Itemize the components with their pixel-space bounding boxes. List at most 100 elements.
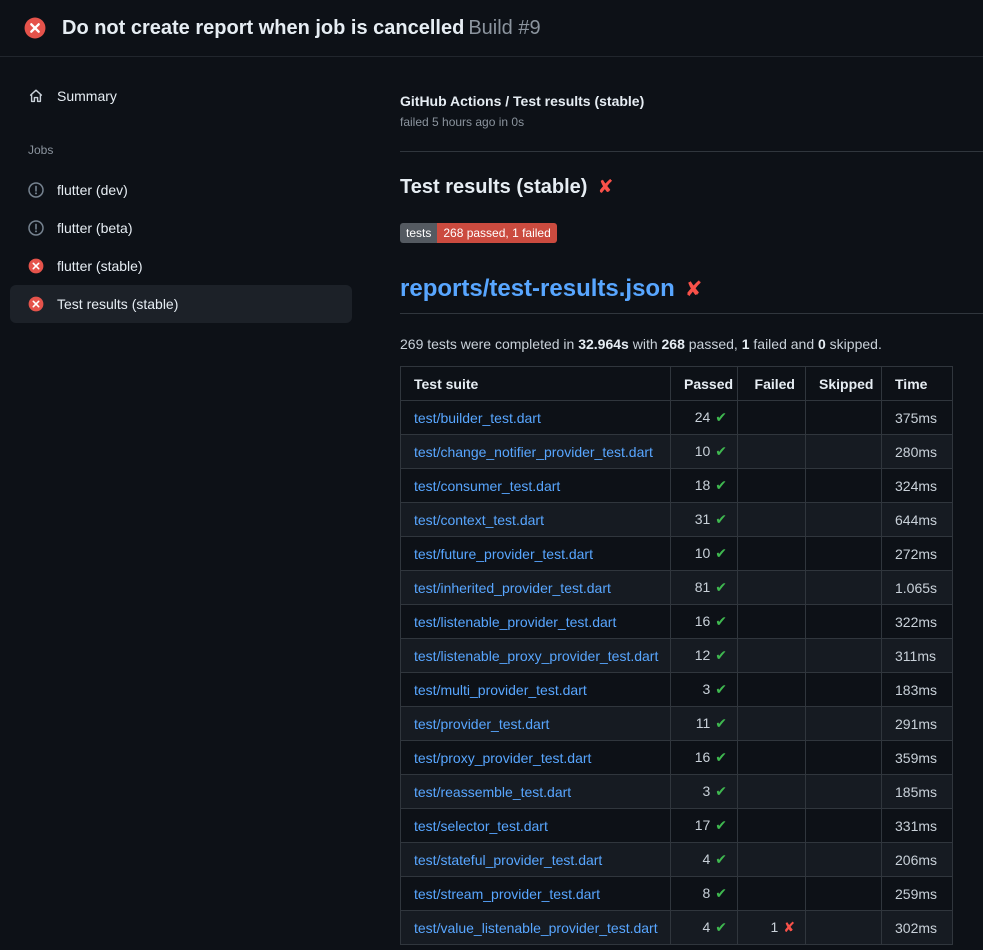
sidebar-item-job[interactable]: flutter (dev) <box>10 171 352 209</box>
test-suite-link[interactable]: test/reassemble_test.dart <box>414 784 571 800</box>
failed-count-cell <box>738 843 806 877</box>
test-suite-cell: test/stateful_provider_test.dart <box>401 843 671 877</box>
tests-badge: tests 268 passed, 1 failed <box>400 223 557 243</box>
sidebar-item-label: flutter (stable) <box>57 258 143 274</box>
time-cell: 311ms <box>882 639 953 673</box>
pass-check-icon: ✔ <box>715 579 727 595</box>
summary-text: passed, <box>685 336 742 352</box>
test-suite-link[interactable]: test/listenable_proxy_provider_test.dart <box>414 648 658 664</box>
test-suite-link[interactable]: test/builder_test.dart <box>414 410 541 426</box>
column-header-time: Time <box>882 367 953 401</box>
test-suite-link[interactable]: test/stream_provider_test.dart <box>414 886 600 902</box>
sidebar-item-summary[interactable]: Summary <box>10 77 352 115</box>
table-row: test/stateful_provider_test.dart 4✔ 206ms <box>401 843 953 877</box>
count-cell <box>806 537 882 571</box>
table-row: test/value_listenable_provider_test.dart… <box>401 911 953 945</box>
count-value: 12 <box>695 647 711 663</box>
count-value: 31 <box>695 511 711 527</box>
test-suite-link[interactable]: test/stateful_provider_test.dart <box>414 852 602 868</box>
table-row: test/future_provider_test.dart10✔272ms <box>401 537 953 571</box>
sidebar-item-job[interactable]: flutter (beta) <box>10 209 352 247</box>
time-cell: 375ms <box>882 401 953 435</box>
pass-check-icon: ✔ <box>715 783 727 799</box>
fail-x-icon: ✘ <box>597 176 613 199</box>
count-cell <box>806 503 882 537</box>
pass-check-icon: ✔ <box>715 749 727 765</box>
count-cell: 24✔ <box>671 401 738 435</box>
time-cell: 291ms <box>882 707 953 741</box>
table-row: test/proxy_provider_test.dart16✔359ms <box>401 741 953 775</box>
test-suite-link[interactable]: test/multi_provider_test.dart <box>414 682 587 698</box>
failed-count-cell <box>738 639 806 673</box>
count-cell <box>806 707 882 741</box>
summary-text: failed and <box>750 336 819 352</box>
failed-count-cell: 1✘ <box>738 911 806 945</box>
summary-failed-count: 1 <box>742 336 750 352</box>
count-cell <box>806 605 882 639</box>
results-table: Test suite Passed Failed Skipped Time te… <box>400 366 953 945</box>
failed-status-icon <box>24 17 46 39</box>
count-value: 1 <box>770 919 778 935</box>
test-suite-cell: test/context_test.dart <box>401 503 671 537</box>
sidebar-item-job[interactable]: Test results (stable) <box>10 285 352 323</box>
failed-count-cell <box>738 809 806 843</box>
time-cell: 259ms <box>882 877 953 911</box>
count-cell: 4✔ <box>671 911 738 945</box>
table-row: test/reassemble_test.dart3✔185ms <box>401 775 953 809</box>
sidebar-item-job[interactable]: flutter (stable) <box>10 247 352 285</box>
count-value: 16 <box>695 613 711 629</box>
time-cell: 322ms <box>882 605 953 639</box>
count-cell: 16✔ <box>671 605 738 639</box>
table-row: test/builder_test.dart 24✔ 375ms <box>401 401 953 435</box>
pass-check-icon: ✔ <box>715 817 727 833</box>
run-title: Do not create report when job is cancell… <box>62 17 464 39</box>
count-value: 81 <box>695 579 711 595</box>
test-suite-link[interactable]: test/change_notifier_provider_test.dart <box>414 444 653 460</box>
time-cell: 324ms <box>882 469 953 503</box>
pass-check-icon: ✔ <box>715 885 727 901</box>
count-value: 10 <box>695 545 711 561</box>
pass-check-icon: ✔ <box>715 545 727 561</box>
count-cell: 4✔ <box>671 843 738 877</box>
section-title: Test results (stable) ✘ <box>400 176 983 199</box>
count-cell: 31✔ <box>671 503 738 537</box>
failed-count-cell <box>738 571 806 605</box>
test-suite-cell: test/inherited_provider_test.dart <box>401 571 671 605</box>
test-suite-cell: test/future_provider_test.dart <box>401 537 671 571</box>
test-suite-link[interactable]: test/consumer_test.dart <box>414 478 560 494</box>
failed-count-cell <box>738 673 806 707</box>
summary-text: skipped. <box>826 336 882 352</box>
column-header-failed: Failed <box>738 367 806 401</box>
pass-check-icon: ✔ <box>715 477 727 493</box>
test-suite-link[interactable]: test/value_listenable_provider_test.dart <box>414 920 658 936</box>
count-cell <box>806 435 882 469</box>
summary-text: with <box>629 336 662 352</box>
main-content: GitHub Actions / Test results (stable) f… <box>400 57 983 945</box>
count-cell <box>806 571 882 605</box>
count-cell: 10✔ <box>671 435 738 469</box>
test-suite-link[interactable]: test/future_provider_test.dart <box>414 546 593 562</box>
count-cell: 3✔ <box>671 673 738 707</box>
time-cell: 331ms <box>882 809 953 843</box>
count-value: 17 <box>695 817 711 833</box>
test-suite-link[interactable]: test/inherited_provider_test.dart <box>414 580 611 596</box>
test-suite-link[interactable]: test/listenable_provider_test.dart <box>414 614 616 630</box>
count-value: 18 <box>695 477 711 493</box>
test-suite-link[interactable]: test/context_test.dart <box>414 512 544 528</box>
test-suite-link[interactable]: test/selector_test.dart <box>414 818 548 834</box>
report-link[interactable]: reports/test-results.json <box>400 275 675 303</box>
test-suite-link[interactable]: test/proxy_provider_test.dart <box>414 750 591 766</box>
table-row: test/inherited_provider_test.dart81✔1.06… <box>401 571 953 605</box>
test-suite-link[interactable]: test/provider_test.dart <box>414 716 549 732</box>
test-suite-cell: test/multi_provider_test.dart <box>401 673 671 707</box>
time-cell: 206ms <box>882 843 953 877</box>
results-summary: 269 tests were completed in 32.964s with… <box>400 336 983 352</box>
table-row: test/context_test.dart31✔644ms <box>401 503 953 537</box>
count-value: 24 <box>695 409 711 425</box>
count-cell <box>806 741 882 775</box>
neutral-status-icon <box>28 220 44 236</box>
pass-check-icon: ✔ <box>715 715 727 731</box>
jobs-list: flutter (dev)flutter (beta) flutter (stab… <box>0 171 400 323</box>
test-suite-cell: test/builder_test.dart <box>401 401 671 435</box>
failed-status-icon <box>28 296 44 312</box>
